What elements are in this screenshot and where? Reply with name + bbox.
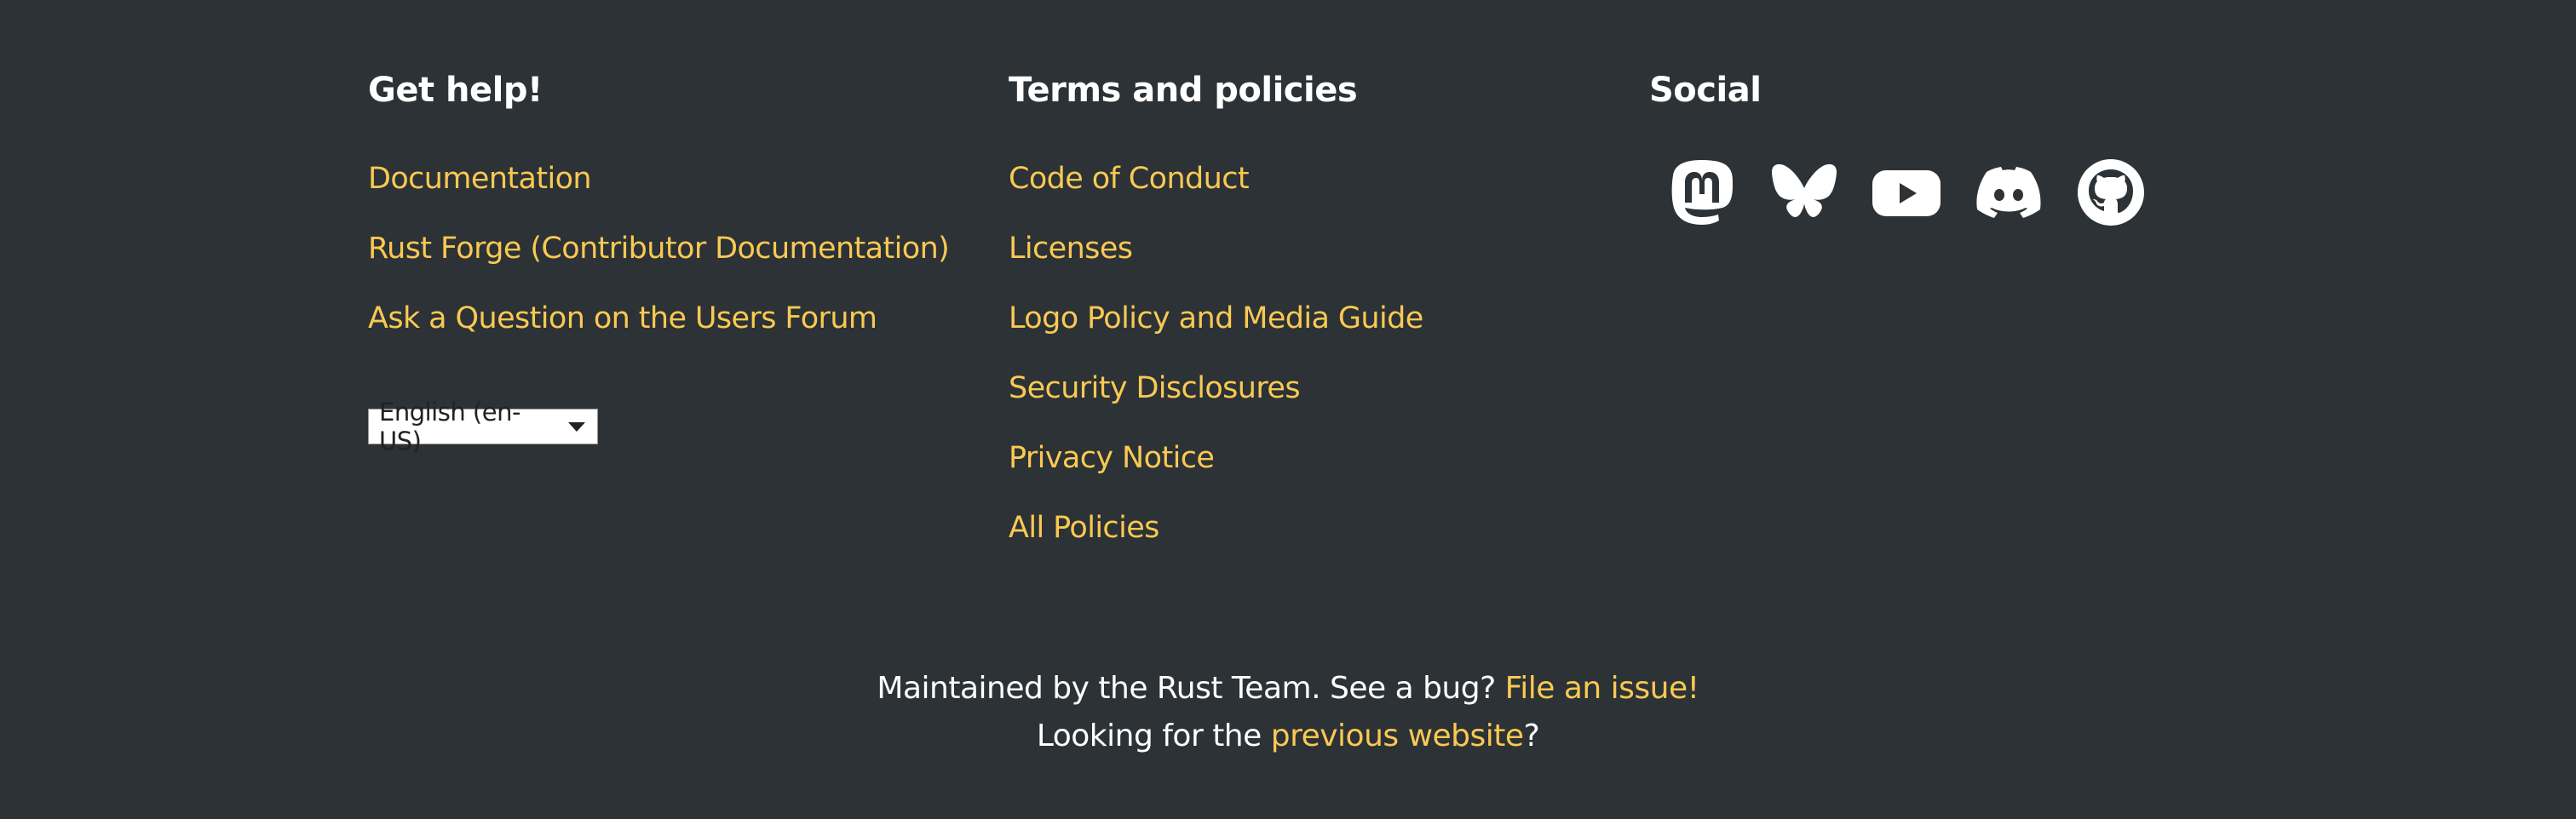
discord-link[interactable] xyxy=(1973,157,2044,228)
social-links xyxy=(1649,157,2245,228)
list-item: Security Disclosures xyxy=(1009,364,1605,434)
mastodon-icon xyxy=(1671,160,1733,225)
list-item: Logo Policy and Media Guide xyxy=(1009,295,1605,364)
list-item: Privacy Notice xyxy=(1009,434,1605,504)
documentation-link[interactable]: Documentation xyxy=(368,162,592,196)
language-select[interactable]: English (en-US) xyxy=(368,398,598,455)
list-item: Documentation xyxy=(368,155,964,225)
question-mark: ? xyxy=(1523,719,1540,753)
users-forum-link[interactable]: Ask a Question on the Users Forum xyxy=(368,301,877,335)
social-section: Social xyxy=(1649,66,2245,228)
previous-website-link[interactable]: previous website xyxy=(1271,719,1524,753)
maintained-by-label: Maintained by the Rust Team. See a bug? xyxy=(877,671,1496,706)
logo-policy-link[interactable]: Logo Policy and Media Guide xyxy=(1009,301,1423,335)
security-disclosures-link[interactable]: Security Disclosures xyxy=(1009,371,1301,405)
get-help-links: Documentation Rust Forge (Contributor Do… xyxy=(368,155,964,364)
bluesky-icon xyxy=(1772,163,1837,217)
code-of-conduct-link[interactable]: Code of Conduct xyxy=(1009,162,1250,196)
mastodon-link[interactable] xyxy=(1666,157,1738,228)
chevron-down-icon xyxy=(568,421,585,432)
privacy-notice-link[interactable]: Privacy Notice xyxy=(1009,441,1215,475)
list-item: Rust Forge (Contributor Documentation) xyxy=(368,225,964,295)
maintained-by-text: Maintained by the Rust Team. See a bug? … xyxy=(0,671,2576,706)
terms-links: Code of Conduct Licenses Logo Policy and… xyxy=(1009,155,1605,574)
terms-heading: Terms and policies xyxy=(1009,71,1358,110)
language-select-value: English (en-US) xyxy=(379,398,520,455)
youtube-link[interactable] xyxy=(1871,157,1942,228)
all-policies-link[interactable]: All Policies xyxy=(1009,511,1159,545)
social-heading: Social xyxy=(1649,71,1762,110)
terms-section: Terms and policies Code of Conduct Licen… xyxy=(1009,66,1605,574)
list-item: All Policies xyxy=(1009,504,1605,574)
github-link[interactable] xyxy=(2075,157,2147,228)
youtube-icon xyxy=(1872,170,1941,216)
list-item: Licenses xyxy=(1009,225,1605,295)
list-item: Code of Conduct xyxy=(1009,155,1605,225)
rust-forge-link[interactable]: Rust Forge (Contributor Documentation) xyxy=(368,232,950,266)
list-item: Ask a Question on the Users Forum xyxy=(368,295,964,364)
get-help-section: Get help! Documentation Rust Forge (Cont… xyxy=(368,66,964,455)
bluesky-link[interactable] xyxy=(1768,157,1840,228)
get-help-heading: Get help! xyxy=(368,71,543,110)
discord-icon xyxy=(1976,167,2041,218)
github-icon xyxy=(2078,159,2144,226)
previous-website-text: Looking for the previous website? xyxy=(0,719,2576,753)
licenses-link[interactable]: Licenses xyxy=(1009,232,1133,266)
site-footer: Get help! Documentation Rust Forge (Cont… xyxy=(0,0,2576,819)
file-issue-link[interactable]: File an issue! xyxy=(1505,671,1699,706)
looking-for-label: Looking for the xyxy=(1036,719,1262,753)
